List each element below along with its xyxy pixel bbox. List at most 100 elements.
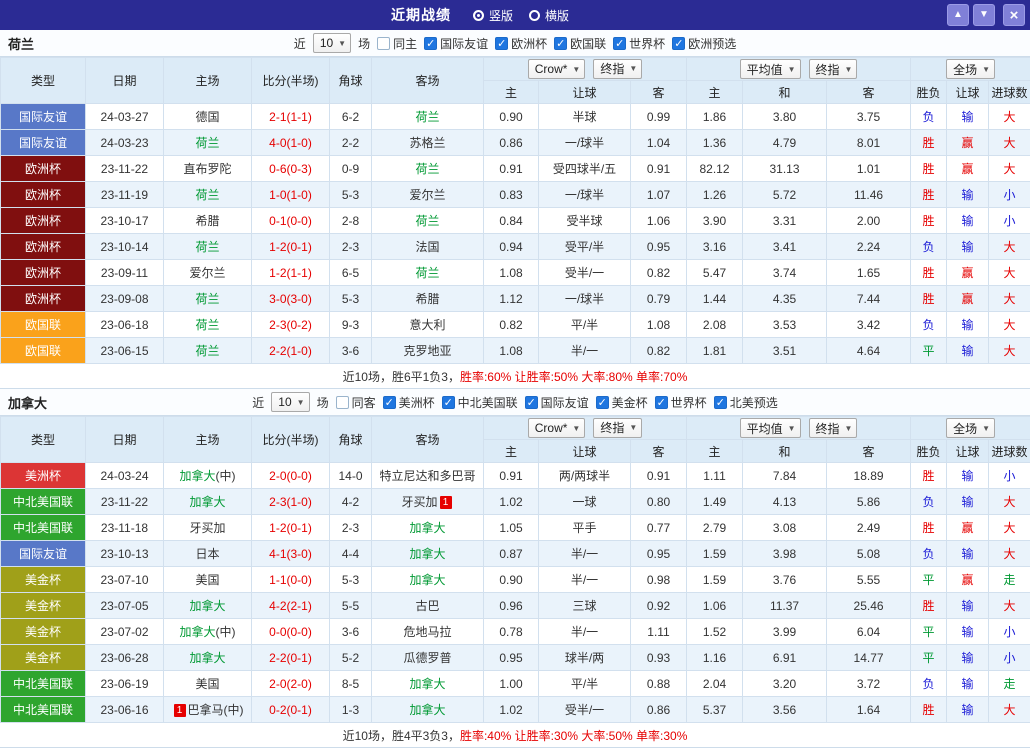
league-filter-checkbox[interactable]: 国际友谊 [525,394,589,411]
league-type-badge: 欧洲杯 [1,156,86,182]
team-section: 荷兰近10▼场同主国际友谊欧洲杯欧国联世界杯欧洲预选类型日期主场比分(半场)角球… [0,30,1030,389]
games-label: 场 [317,394,329,411]
home-team: 日本 [164,541,252,567]
league-type-badge: 美洲杯 [1,463,86,489]
league-filter-checkbox[interactable]: 中北美国联 [442,394,518,411]
avg-home: 1.36 [687,130,743,156]
avg-away: 3.72 [827,671,911,697]
league-filter-checkbox[interactable]: 世界杯 [613,35,665,52]
league-filter-checkbox[interactable]: 欧国联 [554,35,606,52]
scope-select[interactable]: 全场▼ [946,418,995,438]
league-filter-checkbox[interactable]: 国际友谊 [424,35,488,52]
match-date: 23-07-05 [86,593,164,619]
match-count-select[interactable]: 10▼ [271,392,309,412]
handicap: 受半/一 [539,260,631,286]
match-score: 4-1(3-0) [252,541,330,567]
home-team: 加拿大 [164,593,252,619]
match-date: 23-06-15 [86,338,164,364]
team-name-text: 荷兰 [195,292,219,306]
record-summary: 近10场，胜6平1负3，胜率:60% 让胜率:50% 大率:80% 单率:70% [0,364,1030,389]
sub-column-header: 让球 [947,440,989,463]
team-name-text: 荷兰 [195,136,219,150]
checkbox-checked-icon [525,396,538,409]
league-filter-checkbox[interactable]: 美金杯 [596,394,648,411]
league-filter-checkbox[interactable]: 世界杯 [655,394,707,411]
same-venue-checkbox[interactable]: 同主 [377,35,417,52]
sub-column-header: 客 [827,440,911,463]
close-button[interactable]: × [1003,4,1025,26]
home-team: 牙买加 [164,515,252,541]
column-header: 类型 [1,417,86,463]
chevron-down-icon: ▼ [845,65,853,74]
checkbox-checked-icon [495,37,508,50]
result-wdl: 平 [911,619,947,645]
titlebar: 近期战绩 竖版 横版 ▲ ▼ × [0,0,1030,30]
match-row: 国际友谊24-03-23荷兰4-0(1-0)2-2苏格兰0.86一/球半1.04… [1,130,1030,156]
result-handicap: 输 [947,489,989,515]
match-date: 23-07-02 [86,619,164,645]
result-wdl: 胜 [911,260,947,286]
result-handicap: 输 [947,671,989,697]
radio-vertical-layout[interactable]: 竖版 [473,7,513,24]
close-icon: × [1010,8,1019,23]
league-filter-checkbox[interactable]: 北美预选 [714,394,778,411]
avg-final-select[interactable]: 终指▼ [809,59,858,79]
result-wdl: 胜 [911,463,947,489]
result-goals: 大 [989,312,1030,338]
result-goals: 小 [989,645,1030,671]
radio-horizontal-layout[interactable]: 横版 [529,7,569,24]
league-filter-checkbox[interactable]: 欧洲杯 [495,35,547,52]
away-odds: 0.99 [631,104,687,130]
avg-away: 5.86 [827,489,911,515]
avg-home: 2.04 [687,671,743,697]
bookmaker-select[interactable]: Crow*▼ [528,59,586,79]
league-filter-checkbox[interactable]: 美洲杯 [383,394,435,411]
team-name-text: 荷兰 [415,214,439,228]
average-select[interactable]: 平均值▼ [740,59,801,79]
away-team: 克罗地亚 [372,338,484,364]
away-team: 加拿大 [372,567,484,593]
handicap: 受半/一 [539,697,631,723]
scroll-down-button[interactable]: ▼ [973,4,995,26]
avg-away: 4.64 [827,338,911,364]
result-goals: 大 [989,286,1030,312]
team-name-text: 克罗地亚 [403,344,451,358]
result-goals: 大 [989,130,1030,156]
avg-away: 8.01 [827,130,911,156]
titlebar-buttons: ▲ ▼ × [947,4,1025,26]
matches-table: 类型日期主场比分(半场)角球客场Crow*▼终指▼平均值▼终指▼全场▼主让球客主… [0,416,1030,723]
result-goals: 走 [989,671,1030,697]
handicap: 半/一 [539,338,631,364]
match-date: 23-11-22 [86,156,164,182]
sub-column-header: 胜负 [911,81,947,104]
match-row: 欧洲杯23-11-19荷兰1-0(1-0)5-3爱尔兰0.83一/球半1.071… [1,182,1030,208]
avg-draw: 4.13 [743,489,827,515]
bookmaker-select[interactable]: Crow*▼ [528,418,586,438]
match-score: 2-1(1-1) [252,104,330,130]
odds-final-select[interactable]: 终指▼ [593,418,642,438]
result-wdl: 胜 [911,593,947,619]
avg-final-select[interactable]: 终指▼ [809,418,858,438]
avg-draw: 3.51 [743,338,827,364]
team-name-text: 荷兰 [195,344,219,358]
match-row: 中北美国联23-06-161巴拿马(中)0-2(0-1)1-3加拿大1.02受半… [1,697,1030,723]
result-handicap: 输 [947,182,989,208]
average-select[interactable]: 平均值▼ [740,418,801,438]
team-name-text: 加拿大 [409,573,445,587]
scroll-up-button[interactable]: ▲ [947,4,969,26]
match-score: 1-1(0-0) [252,567,330,593]
scope-select[interactable]: 全场▼ [946,59,995,79]
home-odds: 0.90 [484,567,539,593]
match-count-select[interactable]: 10▼ [313,33,351,53]
titlebar-center: 近期战绩 竖版 横版 [0,5,1030,25]
sections-container: 荷兰近10▼场同主国际友谊欧洲杯欧国联世界杯欧洲预选类型日期主场比分(半场)角球… [0,30,1030,748]
away-odds: 0.95 [631,234,687,260]
checkbox-unchecked-icon [377,37,390,50]
odds-final-select[interactable]: 终指▼ [593,59,642,79]
league-filter-checkbox[interactable]: 欧洲预选 [672,35,736,52]
same-venue-checkbox[interactable]: 同客 [336,394,376,411]
home-odds: 1.02 [484,489,539,515]
chevron-down-icon: ▼ [982,65,990,74]
filter-bar: 加拿大近10▼场同客美洲杯中北美国联国际友谊美金杯世界杯北美预选 [0,389,1030,416]
home-team: 德国 [164,104,252,130]
